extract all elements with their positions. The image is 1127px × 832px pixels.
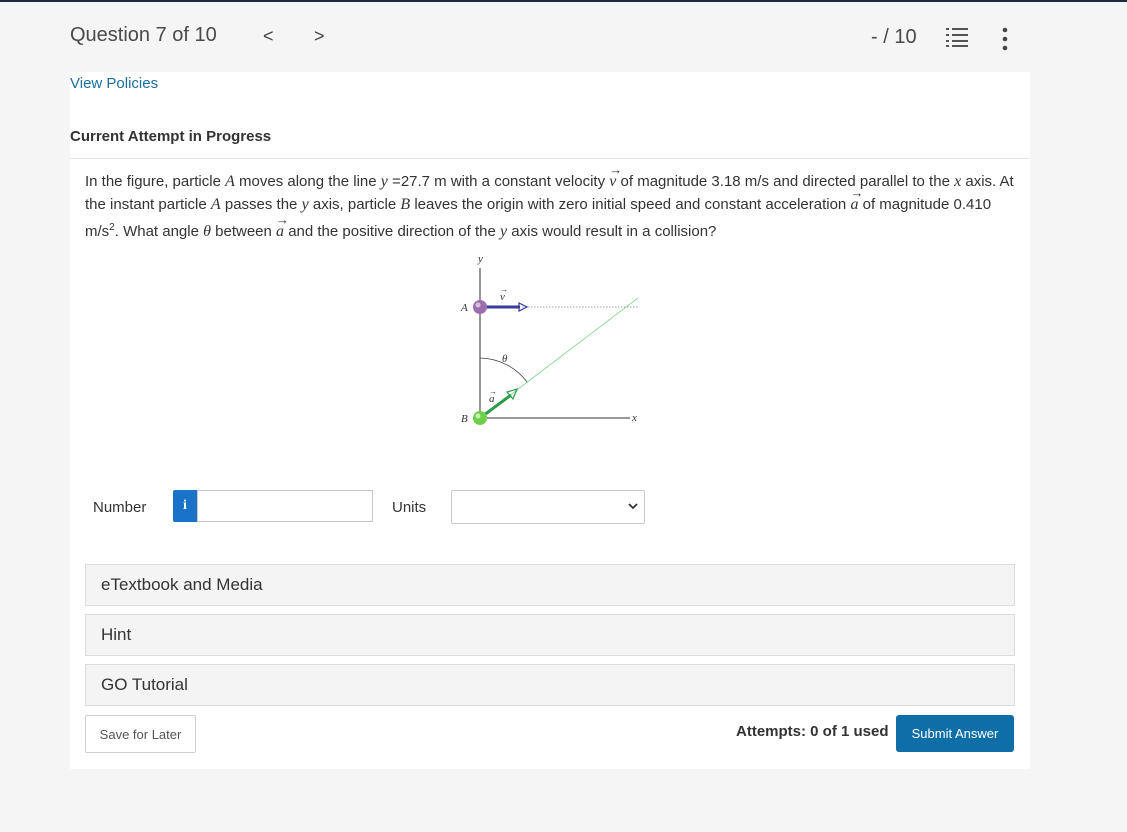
divider — [70, 158, 1030, 159]
attempt-heading: Current Attempt in Progress — [70, 128, 272, 145]
particle-a-highlight — [475, 302, 481, 308]
submit-answer-button[interactable]: Submit Answer — [896, 715, 1014, 752]
figure-v-arrow-mark: → — [500, 285, 508, 294]
number-input[interactable] — [197, 490, 373, 522]
save-for-later-button[interactable]: Save for Later — [85, 715, 196, 753]
etextbook-media-accordion[interactable]: eTextbook and Media — [85, 564, 1015, 606]
number-label: Number — [93, 499, 147, 516]
question-text: In the figure, particle A moves along th… — [85, 158, 1015, 243]
figure-x-axis-label: x — [631, 412, 637, 424]
attempts-counter: Attempts: 0 of 1 used — [736, 723, 889, 740]
chevron-down-icon — [628, 503, 638, 510]
hint-label: Hint — [101, 625, 132, 644]
score-display: - / 10 — [871, 26, 917, 48]
particle-b — [473, 411, 487, 425]
more-vertical-icon[interactable] — [1000, 26, 1010, 52]
question-list-icon[interactable] — [946, 27, 968, 47]
particle-b-highlight — [475, 413, 481, 419]
question-card: View Policies Current Attempt in Progres… — [70, 72, 1030, 769]
etextbook-media-label: eTextbook and Media — [101, 575, 263, 594]
next-question-button[interactable]: > — [314, 26, 325, 47]
view-policies-link[interactable]: View Policies — [70, 75, 158, 92]
velocity-vector-symbol: v — [609, 158, 622, 193]
figure-theta-label: θ — [502, 353, 508, 365]
info-button[interactable]: i — [173, 490, 197, 522]
figure-a-particle-label: A — [460, 302, 468, 314]
figure-y-axis-label: y — [477, 253, 483, 265]
figure-b-particle-label: B — [461, 413, 468, 425]
previous-question-button[interactable]: < — [263, 26, 274, 47]
go-tutorial-accordion[interactable]: GO Tutorial — [85, 664, 1015, 706]
question-header: Question 7 of 10 < > - / 10 — [0, 2, 1127, 72]
hint-accordion[interactable]: Hint — [85, 614, 1015, 656]
acceleration-vector-symbol: a — [850, 181, 863, 216]
particle-a — [473, 300, 487, 314]
go-tutorial-label: GO Tutorial — [101, 675, 188, 694]
collision-figure: y x θ v → a → A B — [460, 253, 639, 425]
units-label: Units — [392, 499, 427, 516]
figure-a-arrow-mark: → — [489, 387, 497, 396]
units-select[interactable] — [451, 490, 645, 524]
question-counter: Question 7 of 10 — [70, 24, 217, 46]
